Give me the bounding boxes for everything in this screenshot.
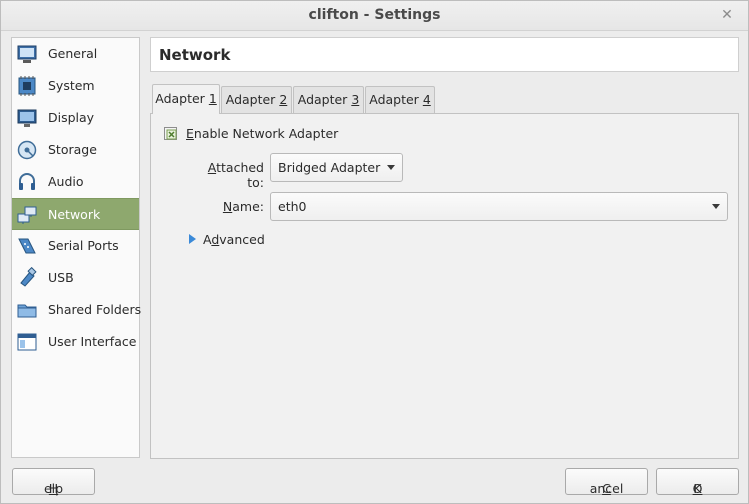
name-select[interactable]: eth0 — [270, 192, 728, 221]
tab-hotkey: 2 — [279, 92, 288, 107]
sidebar-item-label: Network — [48, 207, 101, 222]
enable-adapter-checkbox[interactable] — [164, 127, 177, 140]
tab-hotkey: 1 — [208, 91, 217, 106]
help-button[interactable]: Help — [12, 468, 95, 496]
sidebar-item-label: Audio — [48, 174, 84, 189]
name-label: Name: — [222, 199, 264, 214]
advanced-toggle[interactable]: Advanced — [203, 232, 265, 247]
audio-headphones-icon — [19, 173, 35, 190]
tab-label: Adapter — [225, 92, 280, 107]
sidebar-item-label: USB — [48, 270, 74, 285]
user-interface-icon — [17, 333, 37, 351]
sidebar-item-system[interactable]: System — [12, 70, 139, 102]
tab-label: Adapter — [369, 92, 423, 107]
serial-port-icon — [18, 238, 36, 254]
chevron-down-icon — [387, 165, 395, 170]
title-bar[interactable]: clifton - Settings ✕ — [1, 1, 748, 31]
network-icon — [17, 206, 37, 224]
tab-hotkey: 3 — [351, 92, 360, 107]
sidebar-item-user-interface[interactable]: User Interface — [12, 326, 139, 358]
settings-window: clifton - Settings ✕ General System Disp… — [0, 0, 749, 504]
sidebar-item-label: System — [48, 78, 95, 93]
page-header: Network — [150, 37, 739, 72]
tab-adapter-3[interactable]: Adapter 3 — [293, 86, 364, 113]
window-title: clifton - Settings — [308, 7, 441, 23]
sidebar-item-label: Shared Folders — [48, 302, 142, 317]
enable-adapter-label[interactable]: Enable Network Adapter — [186, 126, 338, 141]
expand-arrow-icon[interactable] — [189, 234, 196, 244]
general-icon — [17, 45, 37, 63]
tab-label: Adapter — [155, 91, 209, 106]
sidebar-item-label: Storage — [48, 142, 97, 157]
usb-icon — [20, 267, 37, 287]
display-monitor-icon — [17, 109, 37, 127]
sidebar-item-display[interactable]: Display — [12, 102, 139, 134]
attached-to-select[interactable]: Bridged Adapter — [270, 153, 403, 182]
sidebar-item-label: Serial Ports — [48, 238, 119, 253]
tab-adapter-1[interactable]: Adapter 1 — [152, 84, 220, 114]
sidebar-item-label: General — [48, 46, 98, 61]
settings-sidebar: General System Display Storage Audio Net… — [11, 37, 142, 458]
sidebar-item-audio[interactable]: Audio — [12, 166, 139, 198]
sidebar-item-label: Display — [48, 110, 95, 125]
close-icon[interactable]: ✕ — [718, 6, 736, 24]
ok-button[interactable]: OK — [656, 468, 739, 496]
storage-disk-icon — [17, 140, 37, 160]
attached-to-label: Attached to: — [207, 160, 264, 190]
chevron-down-icon — [712, 204, 720, 209]
sidebar-item-network[interactable]: Network — [12, 198, 139, 230]
cancel-button[interactable]: Cancel — [565, 468, 648, 496]
sidebar-item-serial-ports[interactable]: Serial Ports — [12, 230, 139, 262]
sidebar-item-usb[interactable]: USB — [12, 262, 139, 294]
tab-adapter-4[interactable]: Adapter 4 — [365, 86, 435, 113]
page-title: Network — [159, 46, 231, 64]
tab-label: Adapter — [297, 92, 352, 107]
attached-to-value: Bridged Adapter — [278, 160, 381, 175]
sidebar-item-label: User Interface — [48, 334, 137, 349]
system-chip-icon — [18, 76, 36, 96]
sidebar-item-shared-folders[interactable]: Shared Folders — [12, 294, 142, 326]
tab-hotkey: 4 — [422, 92, 431, 107]
shared-folder-icon — [17, 304, 37, 318]
name-value: eth0 — [278, 199, 307, 214]
checkmark-icon — [166, 129, 177, 140]
sidebar-item-general[interactable]: General — [12, 38, 139, 70]
sidebar-item-storage[interactable]: Storage — [12, 134, 139, 166]
tab-adapter-2[interactable]: Adapter 2 — [221, 86, 292, 113]
